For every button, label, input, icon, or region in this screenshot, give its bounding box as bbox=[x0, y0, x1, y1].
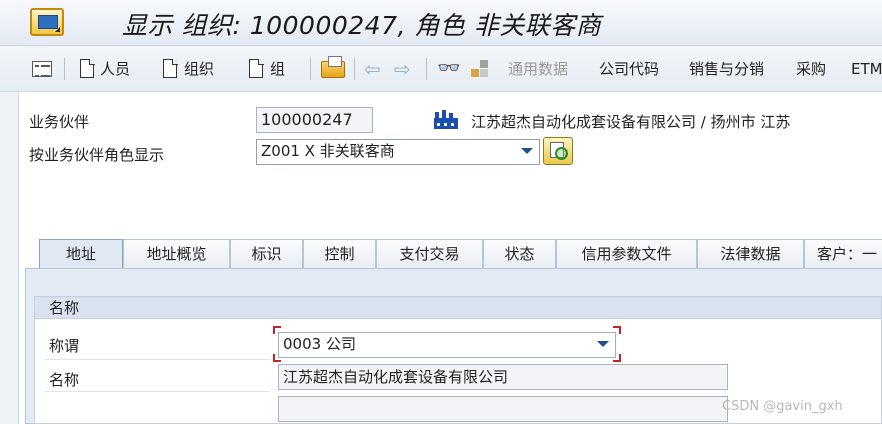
document-icon bbox=[163, 58, 178, 78]
tab-strip: 地址 地址概览 标识 控制 支付交易 状态 信用参数文件 法律数据 客户：一 bbox=[19, 239, 882, 269]
tab-address[interactable]: 地址 bbox=[39, 239, 123, 269]
toolbar-separator bbox=[310, 58, 311, 80]
arrow-left-icon[interactable]: ⇦ bbox=[364, 58, 381, 80]
name2-field[interactable] bbox=[278, 396, 728, 422]
title-bar: 显示 组织: 100000247, 角色 非关联客商 bbox=[0, 0, 882, 46]
row-divider bbox=[45, 391, 270, 392]
toolbar-separator bbox=[426, 58, 427, 80]
group-title: 名称 bbox=[35, 297, 881, 319]
relationships-icon[interactable] bbox=[471, 60, 491, 78]
display-change-icon[interactable]: 👓 bbox=[437, 56, 461, 79]
organization-icon bbox=[434, 110, 458, 129]
general-data-button[interactable]: 通用数据 bbox=[508, 58, 568, 80]
bp-role-label: 按业务伙伴角色显示 bbox=[29, 146, 165, 164]
document-icon bbox=[80, 58, 95, 78]
group-button[interactable]: 组 bbox=[270, 58, 285, 80]
tab-status[interactable]: 状态 bbox=[483, 239, 556, 269]
business-partner-description: 江苏超杰自动化成套设备有限公司 / 扬州市 江苏 bbox=[471, 113, 791, 131]
name-field[interactable]: 江苏超杰自动化成套设备有限公司 bbox=[278, 364, 728, 390]
business-partner-field[interactable]: 100000247 bbox=[256, 107, 373, 133]
application-toolbar: 人员 组织 组 ⇦ ⇨ 👓 通用数据 公司代码 销售与分销 采购 ETM bbox=[0, 46, 882, 92]
sap-menu-icon[interactable] bbox=[30, 8, 64, 36]
toolbar-separator bbox=[354, 58, 355, 80]
organization-button[interactable]: 组织 bbox=[184, 58, 214, 80]
tab-address-overview[interactable]: 地址概览 bbox=[123, 239, 230, 269]
watermark: CSDN @gavin_gxh bbox=[722, 399, 843, 414]
business-partner-label: 业务伙伴 bbox=[29, 113, 90, 131]
open-folder-icon[interactable] bbox=[321, 56, 345, 78]
etm-button[interactable]: ETM bbox=[851, 58, 882, 80]
tab-payment-transactions[interactable]: 支付交易 bbox=[376, 239, 483, 269]
company-code-button[interactable]: 公司代码 bbox=[599, 58, 659, 80]
arrow-right-icon[interactable]: ⇨ bbox=[394, 58, 411, 80]
chevron-down-icon[interactable] bbox=[521, 148, 533, 154]
tab-identification[interactable]: 标识 bbox=[230, 239, 303, 269]
tab-credit-profile[interactable]: 信用参数文件 bbox=[556, 239, 697, 269]
row-divider bbox=[45, 359, 270, 360]
salutation-label: 称谓 bbox=[49, 337, 80, 355]
focus-frame bbox=[273, 326, 621, 362]
search-help-button[interactable] bbox=[543, 137, 573, 165]
tab-customer[interactable]: 客户：一 bbox=[804, 239, 882, 269]
list-icon[interactable] bbox=[32, 61, 52, 77]
sales-distribution-button[interactable]: 销售与分销 bbox=[689, 58, 764, 80]
tab-legal-data[interactable]: 法律数据 bbox=[697, 239, 804, 269]
name-label: 名称 bbox=[49, 371, 80, 389]
toolbar-separator bbox=[64, 58, 65, 80]
bp-role-dropdown[interactable]: Z001 X 非关联客商 bbox=[256, 139, 540, 165]
tab-control[interactable]: 控制 bbox=[303, 239, 376, 269]
person-button[interactable]: 人员 bbox=[100, 58, 130, 80]
document-icon bbox=[249, 58, 264, 78]
purchasing-button[interactable]: 采购 bbox=[796, 58, 826, 80]
page-title: 显示 组织: 100000247, 角色 非关联客商 bbox=[122, 11, 602, 40]
bp-role-value: Z001 X 非关联客商 bbox=[261, 142, 395, 160]
